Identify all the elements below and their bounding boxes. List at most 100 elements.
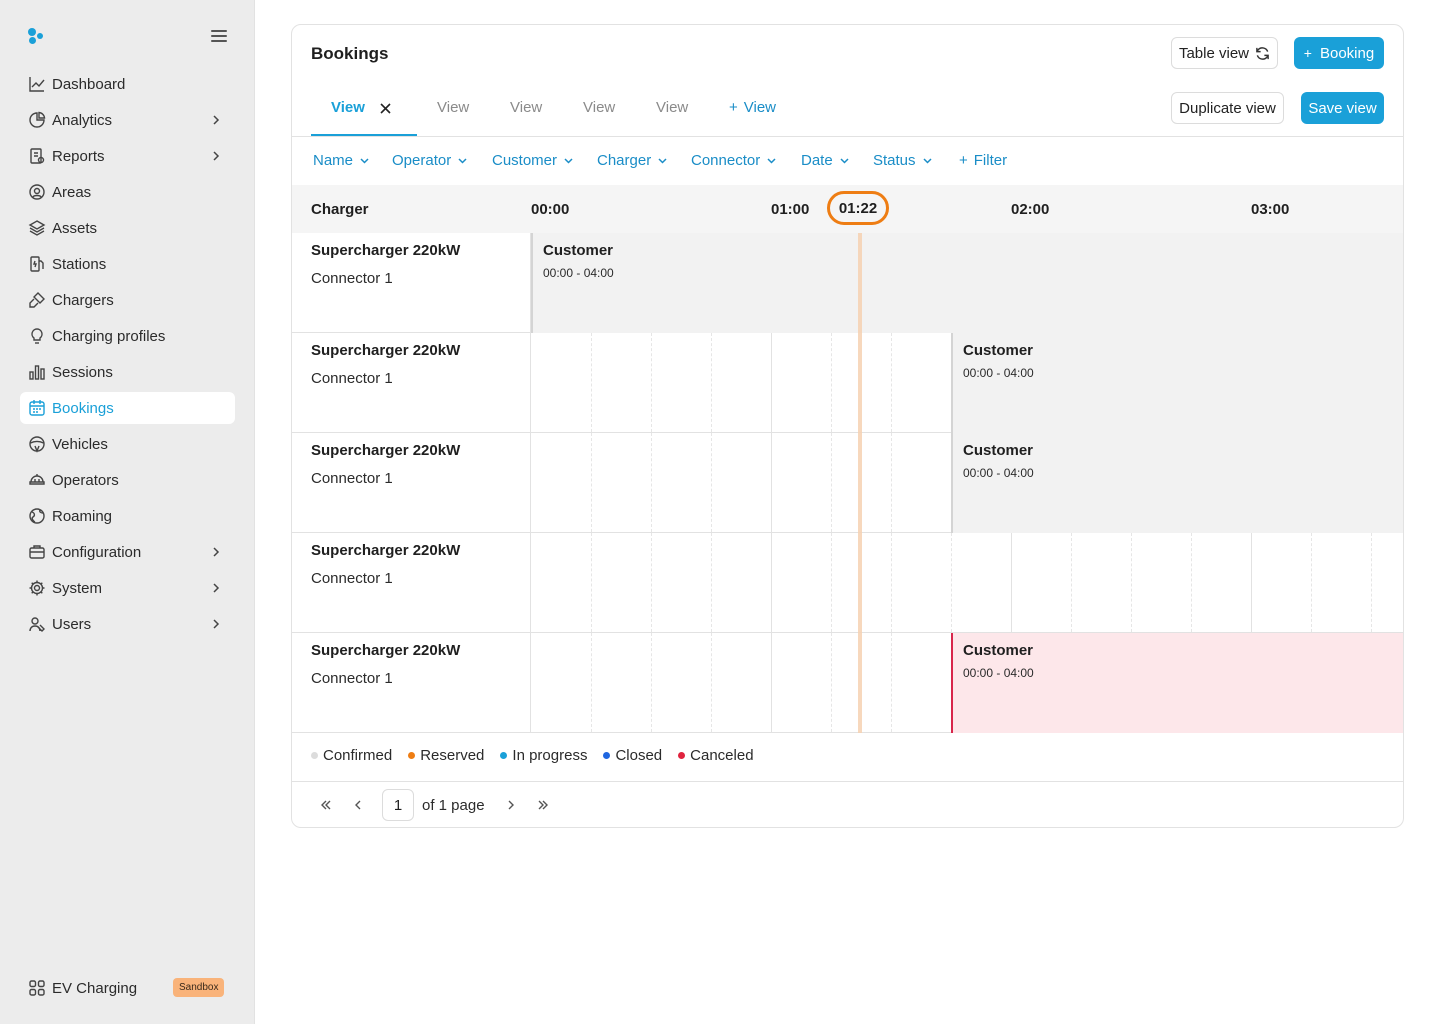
bookings-card: Bookings Table view + Booking View View … — [291, 24, 1404, 828]
add-filter-button[interactable]: + Filter — [959, 152, 1007, 169]
sidebar-item-chargers[interactable]: Chargers — [20, 284, 235, 316]
last-page-icon[interactable] — [531, 793, 555, 817]
workspace-switcher[interactable]: EV Charging Sandbox — [28, 976, 228, 1000]
close-icon[interactable] — [380, 103, 391, 114]
grid-line — [951, 533, 952, 632]
add-view-tab[interactable]: + View — [729, 99, 776, 116]
hour-label: 01:00 — [771, 201, 810, 218]
grid-line — [891, 333, 892, 432]
row-divider — [530, 433, 531, 532]
legend-in-progress: In progress — [500, 747, 587, 764]
filter-date[interactable]: Date — [801, 152, 850, 169]
tab-label: View — [331, 99, 365, 116]
app-logo[interactable] — [28, 28, 46, 46]
pagination: of 1 page — [314, 789, 563, 821]
sidebar-item-charging-profiles[interactable]: Charging profiles — [20, 320, 235, 352]
booking-customer: Customer — [963, 642, 1034, 659]
filter-connector[interactable]: Connector — [691, 152, 777, 169]
sidebar-item-label: Configuration — [52, 543, 142, 561]
legend-label: Confirmed — [323, 747, 393, 764]
tab-view-4[interactable]: View — [583, 99, 615, 116]
filter-label: Connector — [691, 152, 761, 169]
filter-label: Name — [313, 152, 354, 169]
tab-view-5[interactable]: View — [656, 99, 688, 116]
sidebar-item-assets[interactable]: Assets — [20, 212, 235, 244]
booking-block[interactable]: Customer 00:00 - 04:00 — [531, 233, 1403, 333]
legend-dot — [678, 752, 686, 759]
timeline-row: Supercharger 220kW Connector 1 Customer … — [292, 633, 1403, 733]
tab-view-3[interactable]: View — [510, 99, 542, 116]
charger-name: Supercharger 220kW — [311, 542, 461, 559]
filter-charger[interactable]: Charger — [597, 152, 668, 169]
filter-status[interactable]: Status — [873, 152, 933, 169]
page-title: Bookings — [311, 44, 389, 63]
add-booking-button[interactable]: + Booking — [1294, 37, 1384, 69]
filter-label: Operator — [392, 152, 452, 169]
sidebar-item-label: Users — [52, 615, 92, 633]
page-number-input[interactable] — [382, 789, 414, 821]
sidebar-item-dashboard[interactable]: Dashboard — [20, 68, 235, 100]
sidebar-item-reports[interactable]: Reports — [20, 140, 235, 172]
first-page-icon[interactable] — [314, 793, 338, 817]
workspace-name: EV Charging — [52, 979, 138, 997]
sidebar-item-bookings[interactable]: Bookings — [20, 392, 235, 424]
booking-block[interactable]: Customer 00:00 - 04:00 — [951, 433, 1403, 533]
sidebar-item-operators[interactable]: Operators — [20, 464, 235, 496]
sidebar-item-areas[interactable]: Areas — [20, 176, 235, 208]
sidebar-item-label: Roaming — [52, 507, 113, 525]
grid-line — [891, 533, 892, 632]
station-icon — [28, 255, 46, 273]
legend-label: In progress — [512, 747, 588, 764]
sidebar-item-stations[interactable]: Stations — [20, 248, 235, 280]
grid-line — [891, 433, 892, 532]
filter-customer[interactable]: Customer — [492, 152, 574, 169]
sidebar-item-label: Areas — [52, 183, 92, 201]
grid-line — [651, 533, 652, 632]
legend-confirmed: Confirmed — [311, 747, 392, 764]
charger-name: Supercharger 220kW — [311, 242, 461, 259]
sidebar-item-vehicles[interactable]: Vehicles — [20, 428, 235, 460]
table-view-label: Table view — [1178, 44, 1250, 62]
chevron-down-icon — [564, 158, 573, 164]
report-icon — [28, 147, 46, 165]
legend-label: Canceled — [690, 747, 754, 764]
booking-customer: Customer — [963, 342, 1034, 359]
sidebar-item-users[interactable]: Users — [20, 608, 235, 640]
booking-block[interactable]: Customer 00:00 - 04:00 — [951, 333, 1403, 433]
refresh-icon — [1256, 46, 1269, 60]
timeline-rows: Supercharger 220kW Connector 1 Customer … — [292, 233, 1403, 733]
sidebar-item-roaming[interactable]: Roaming — [20, 500, 235, 532]
filter-operator[interactable]: Operator — [392, 152, 468, 169]
booking-block-canceled[interactable]: Customer 00:00 - 04:00 — [951, 633, 1403, 733]
grid-line — [591, 633, 592, 732]
filter-name[interactable]: Name — [313, 152, 370, 169]
sidebar-item-analytics[interactable]: Analytics — [20, 104, 235, 136]
chart-line-icon — [28, 75, 46, 93]
grid-line — [771, 433, 772, 532]
hour-label: 03:00 — [1251, 201, 1290, 218]
duplicate-view-button[interactable]: Duplicate view — [1171, 92, 1284, 124]
filter-label: Date — [801, 152, 833, 169]
add-booking-label: Booking — [1319, 44, 1375, 62]
chevron-down-icon — [840, 158, 849, 164]
sidebar-item-system[interactable]: System — [20, 572, 235, 604]
save-view-button[interactable]: Save view — [1301, 92, 1384, 124]
sidebar-item-sessions[interactable]: Sessions — [20, 356, 235, 388]
users-icon — [28, 615, 46, 633]
grid-line — [591, 433, 592, 532]
chevron-right-icon — [213, 547, 220, 557]
sidebar-item-configuration[interactable]: Configuration — [20, 536, 235, 568]
next-page-icon[interactable] — [499, 793, 523, 817]
previous-page-icon[interactable] — [346, 793, 370, 817]
grid-line — [771, 633, 772, 732]
connector-name: Connector 1 — [311, 670, 393, 687]
sidebar-item-label: Vehicles — [52, 435, 108, 453]
table-view-button[interactable]: Table view — [1171, 37, 1278, 69]
filter-bar: Name Operator Customer Charger Connector… — [292, 137, 1403, 185]
menu-toggle-icon[interactable] — [211, 30, 227, 42]
sidebar-nav: Dashboard Analytics Reports Areas Assets… — [20, 68, 235, 644]
tab-view-2[interactable]: View — [437, 99, 469, 116]
sidebar-item-label: Stations — [52, 255, 107, 273]
tab-view-active[interactable]: View — [331, 99, 365, 116]
connector-name: Connector 1 — [311, 270, 393, 287]
